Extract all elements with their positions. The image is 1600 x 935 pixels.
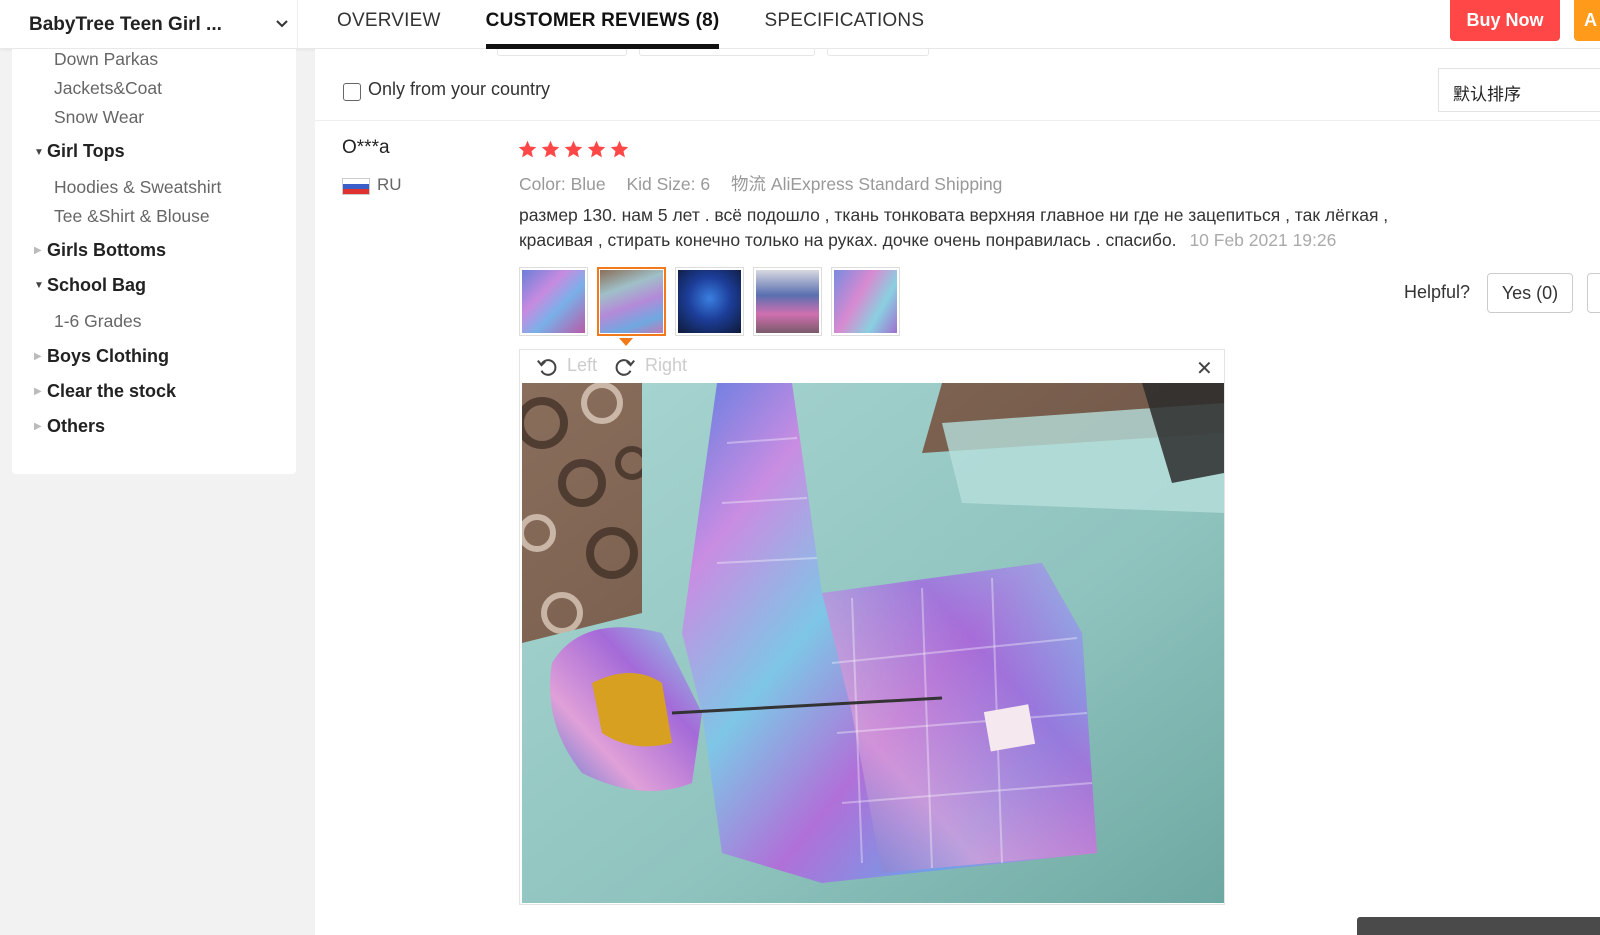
filter-chip[interactable] <box>639 49 815 56</box>
chevron-down-icon <box>276 20 288 28</box>
store-category-sidebar: Down Parkas Jackets&Coat Snow Wear ▼ Gir… <box>12 49 296 474</box>
shipping-value: AliExpress Standard Shipping <box>770 174 1003 194</box>
caret-right-icon: ▶ <box>34 386 42 397</box>
filter-chip[interactable] <box>497 49 627 56</box>
review-text-line: размер 130. нам 5 лет . всё подошло , тк… <box>519 205 1389 225</box>
sidebar-item-others[interactable]: Others <box>47 416 105 437</box>
filter-chip[interactable] <box>827 49 929 56</box>
size-label: Kid Size: <box>626 174 696 194</box>
review-date: 10 Feb 2021 19:26 <box>1189 230 1337 250</box>
sidebar-item-1-6-grades[interactable]: 1-6 Grades <box>54 311 142 332</box>
rotate-left-icon[interactable] <box>536 356 558 378</box>
star-rating <box>517 139 630 160</box>
sidebar-item-boys-clothing[interactable]: Boys Clothing <box>47 346 169 367</box>
only-country-label[interactable]: Only from your country <box>368 79 550 100</box>
sidebar-item-down-parkas[interactable]: Down Parkas <box>54 49 158 70</box>
store-name: BabyTree Teen Girl ... <box>29 13 222 35</box>
rotate-left-label[interactable]: Left <box>567 355 597 376</box>
image-viewer: Left Right ✕ <box>519 349 1225 905</box>
color-label: Color: <box>519 174 566 194</box>
review-photo-large <box>522 383 1224 903</box>
only-country-checkbox[interactable] <box>343 83 361 101</box>
star-icon <box>587 140 606 158</box>
sidebar-item-jackets-coat[interactable]: Jackets&Coat <box>54 78 162 99</box>
top-nav-bar: BabyTree Teen Girl ... OVERVIEW CUSTOMER… <box>0 0 1600 49</box>
review-thumbnail[interactable] <box>831 267 900 336</box>
review-thumbnail[interactable] <box>675 267 744 336</box>
image-viewer-toolbar: Left Right ✕ <box>520 350 1224 382</box>
size-value: 6 <box>700 174 711 194</box>
sidebar-item-hoodies-sweatshirt[interactable]: Hoodies & Sweatshirt <box>54 177 221 198</box>
star-icon <box>610 140 629 158</box>
caret-right-icon: ▶ <box>34 421 42 432</box>
caret-down-icon: ▼ <box>34 280 44 291</box>
floating-bottom-bar[interactable] <box>1357 917 1600 935</box>
jacket-photo <box>522 383 1224 903</box>
color-value: Blue <box>570 174 606 194</box>
selected-thumbnail-pointer <box>619 338 633 346</box>
sidebar-item-snow-wear[interactable]: Snow Wear <box>54 107 144 128</box>
rotate-right-label[interactable]: Right <box>645 355 687 376</box>
helpful-no-button[interactable] <box>1587 273 1600 313</box>
sidebar-item-tee-shirt-blouse[interactable]: Tee &Shirt & Blouse <box>54 206 210 227</box>
reviewer-country: RU <box>377 175 402 194</box>
add-to-cart-button[interactable]: A <box>1574 0 1600 41</box>
helpful-yes-button[interactable]: Yes (0) <box>1487 273 1573 313</box>
review-attributes: Color: Blue Kid Size: 6 物流 AliExpress St… <box>519 171 1002 196</box>
russia-flag-icon <box>342 178 370 195</box>
sort-select[interactable]: 默认排序 <box>1438 68 1600 112</box>
sidebar-item-clear-the-stock[interactable]: Clear the stock <box>47 381 176 402</box>
close-icon[interactable]: ✕ <box>1196 356 1213 381</box>
caret-right-icon: ▶ <box>34 351 42 362</box>
store-category-select[interactable]: BabyTree Teen Girl ... <box>0 0 298 49</box>
sidebar-item-girl-tops[interactable]: Girl Tops <box>47 141 125 162</box>
tab-overview[interactable]: OVERVIEW <box>337 0 441 49</box>
rotate-right-icon[interactable] <box>614 356 636 378</box>
sidebar-item-school-bag[interactable]: School Bag <box>47 275 146 296</box>
caret-right-icon: ▶ <box>34 245 42 256</box>
helpful-label: Helpful? <box>1404 282 1471 302</box>
review-text-line: красивая , стирать конечно только на рук… <box>519 230 1177 250</box>
caret-down-icon: ▼ <box>34 147 44 158</box>
tab-specifications[interactable]: SPECIFICATIONS <box>764 0 924 49</box>
review-thumbnail[interactable] <box>519 267 588 336</box>
review-thumbnails <box>519 267 900 336</box>
star-icon <box>564 140 583 158</box>
tab-customer-reviews[interactable]: CUSTOMER REVIEWS (8) <box>485 0 720 49</box>
sidebar-item-girls-bottoms[interactable]: Girls Bottoms <box>47 240 166 261</box>
review-thumbnail[interactable] <box>753 267 822 336</box>
tab-bar: OVERVIEW CUSTOMER REVIEWS (8) SPECIFICAT… <box>337 0 969 49</box>
review-text: размер 130. нам 5 лет . всё подошло , тк… <box>519 203 1499 253</box>
review-thumbnail-selected[interactable] <box>597 267 666 336</box>
review-filter-row: Only from your country 默认排序 <box>315 65 1600 121</box>
buy-now-button[interactable]: Buy Now <box>1450 0 1560 41</box>
shipping-label: 物流 <box>731 174 767 194</box>
star-icon <box>541 140 560 158</box>
star-icon <box>518 140 537 158</box>
reviews-panel: Only from your country 默认排序 O***a RU Col… <box>315 49 1600 935</box>
reviewer-name: O***a <box>342 137 390 158</box>
